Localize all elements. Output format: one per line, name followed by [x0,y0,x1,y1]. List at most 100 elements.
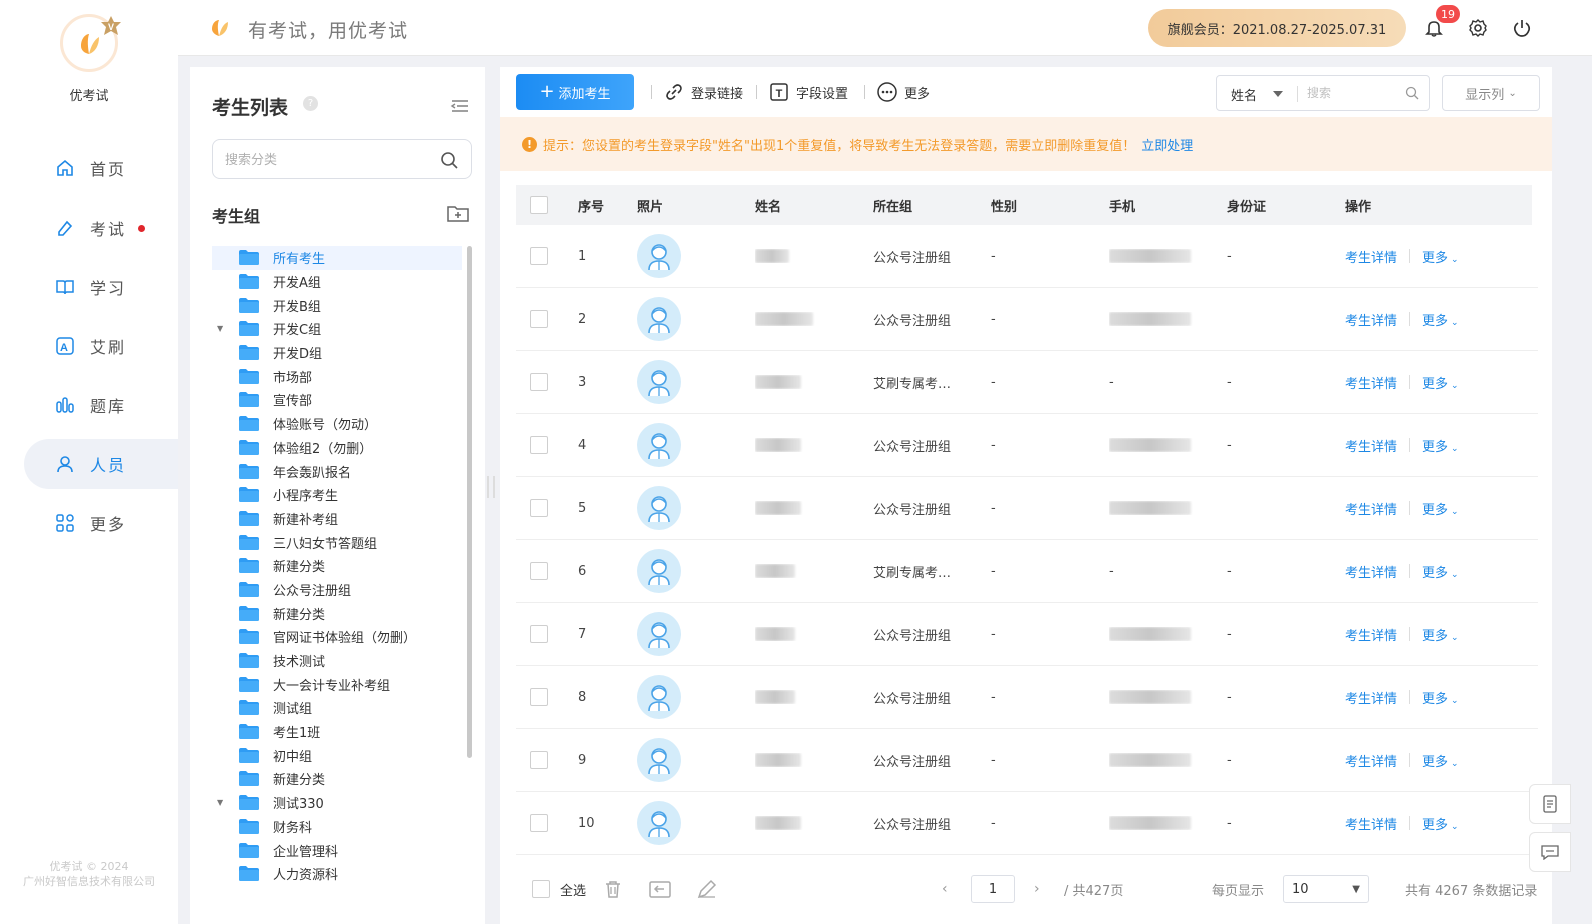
per-page-select[interactable]: 10 ▼ [1283,875,1369,903]
nav-item-questionbank[interactable]: 题库 [24,380,178,430]
tree-item[interactable]: 大一会计专业补考组 [212,672,462,696]
chat-button[interactable] [1529,832,1571,872]
avatar[interactable] [637,297,681,341]
nav-item-exam[interactable]: 考试 [24,203,178,253]
student-detail-link[interactable]: 考生详情 [1345,751,1397,770]
row-checkbox[interactable] [530,688,548,706]
row-checkbox[interactable] [530,310,548,328]
avatar[interactable] [637,675,681,719]
avatar[interactable] [637,360,681,404]
tree-item[interactable]: 官网证书体验组（勿删） [212,625,462,649]
student-detail-link[interactable]: 考生详情 [1345,436,1397,455]
feedback-doc-button[interactable] [1529,784,1571,824]
tree-item[interactable]: 财务科 [212,815,462,839]
tree-item[interactable]: 测试组 [212,696,462,720]
move-group-icon[interactable] [648,878,672,900]
row-checkbox[interactable] [530,436,548,454]
tree-item[interactable]: 开发D组 [212,341,462,365]
tree-item[interactable]: 所有考生 [212,246,462,270]
table-row[interactable]: 3 艾刷专属考生组 - - - 考生详情 更多 ⌄ [516,351,1538,414]
student-detail-link[interactable]: 考生详情 [1345,688,1397,707]
login-link-button[interactable]: 登录链接 [663,81,743,103]
avatar[interactable] [637,612,681,656]
category-search-input[interactable] [213,140,423,178]
table-row[interactable]: 10 公众号注册组 - - 考生详情 更多 ⌄ [516,792,1538,855]
more-actions-button[interactable]: 更多 [876,81,930,103]
tree-item[interactable]: 宣传部 [212,388,462,412]
student-detail-link[interactable]: 考生详情 [1345,625,1397,644]
nav-item-aishua[interactable]: A 艾刷 [24,321,178,371]
add-folder-icon[interactable] [446,203,470,223]
tree-item[interactable]: 开发B组 [212,293,462,317]
table-row[interactable]: 2 公众号注册组 - 考生详情 更多 ⌄ [516,288,1538,351]
nav-item-more[interactable]: 更多 [24,498,178,548]
row-more-button[interactable]: 更多 ⌄ [1422,310,1459,329]
search-input[interactable] [1307,78,1397,108]
row-more-button[interactable]: 更多 ⌄ [1422,373,1459,392]
tree-item[interactable]: 新建分类 [212,767,462,791]
trash-icon[interactable] [602,878,624,900]
row-checkbox[interactable] [530,814,548,832]
row-checkbox[interactable] [530,562,548,580]
table-row[interactable]: 1 公众号注册组 - - 考生详情 更多 ⌄ [516,225,1538,288]
table-row[interactable]: 8 公众号注册组 - - 考生详情 更多 ⌄ [516,666,1538,729]
tree-item[interactable]: 开发A组 [212,270,462,294]
search-icon[interactable] [1405,86,1419,100]
columns-button[interactable]: 显示列 ⌄ [1442,75,1540,111]
avatar[interactable] [637,549,681,593]
row-more-button[interactable]: 更多 ⌄ [1422,751,1459,770]
row-checkbox[interactable] [530,751,548,769]
tree-item[interactable]: 三八妇女节答题组 [212,530,462,554]
panel-splitter[interactable] [487,476,495,498]
avatar[interactable] [637,423,681,467]
select-all-footer-checkbox[interactable] [532,880,550,898]
nav-item-study[interactable]: 学习 [24,262,178,312]
row-checkbox[interactable] [530,499,548,517]
select-all-control[interactable]: 全选 [532,880,586,899]
student-detail-link[interactable]: 考生详情 [1345,310,1397,329]
tree-item[interactable]: 市场部 [212,364,462,388]
filter-field-select[interactable]: 姓名 [1231,85,1257,104]
tree-item[interactable]: 新建分类 [212,554,462,578]
nav-item-people[interactable]: 人员 [24,439,178,489]
next-page-button[interactable]: › [1034,881,1040,897]
power-icon[interactable] [1510,16,1534,40]
row-more-button[interactable]: 更多 ⌄ [1422,247,1459,266]
table-row[interactable]: 7 公众号注册组 - - 考生详情 更多 ⌄ [516,603,1538,666]
table-row[interactable]: 6 艾刷专属考生组 - - - 考生详情 更多 ⌄ [516,540,1538,603]
field-settings-button[interactable]: T 字段设置 [768,81,848,103]
tree-item[interactable]: 考生1班 [212,720,462,744]
resolve-now-link[interactable]: 立即处理 [1141,135,1193,154]
membership-badge[interactable]: 旗舰会员：2021.08.27-2025.07.31 [1148,9,1406,47]
gear-icon[interactable] [1466,16,1490,40]
tree-item[interactable]: 企业管理科 [212,838,462,862]
student-detail-link[interactable]: 考生详情 [1345,562,1397,581]
tree-scrollbar[interactable] [467,246,472,758]
tree-item[interactable]: ▼ 测试330 [212,791,462,815]
caret-down-icon[interactable]: ▼ [217,324,227,334]
tree-item[interactable]: 公众号注册组 [212,578,462,602]
row-more-button[interactable]: 更多 ⌄ [1422,814,1459,833]
table-row[interactable]: 9 公众号注册组 - - 考生详情 更多 ⌄ [516,729,1538,792]
avatar[interactable] [637,486,681,530]
row-more-button[interactable]: 更多 ⌄ [1422,499,1459,518]
student-detail-link[interactable]: 考生详情 [1345,814,1397,833]
caret-down-icon[interactable]: ▼ [217,798,227,808]
tree-item[interactable]: 年会轰趴报名 [212,459,462,483]
table-row[interactable]: 5 公众号注册组 - 考生详情 更多 ⌄ [516,477,1538,540]
tree-item[interactable]: 初中组 [212,743,462,767]
row-more-button[interactable]: 更多 ⌄ [1422,436,1459,455]
nav-item-home[interactable]: 首页 [24,143,178,193]
student-detail-link[interactable]: 考生详情 [1345,373,1397,392]
row-more-button[interactable]: 更多 ⌄ [1422,688,1459,707]
tree-item[interactable]: 新建分类 [212,601,462,625]
avatar[interactable] [637,801,681,845]
prev-page-button[interactable]: ‹ [942,881,948,897]
tree-item[interactable]: 体验组2（勿删） [212,436,462,460]
page-input[interactable]: 1 [971,875,1015,903]
tree-item[interactable]: 新建补考组 [212,507,462,531]
search-filter[interactable]: 姓名 [1216,75,1430,111]
tree-item[interactable]: 小程序考生 [212,483,462,507]
tree-item[interactable]: 技术测试 [212,649,462,673]
add-student-button[interactable]: + 添加考生 [516,74,634,110]
